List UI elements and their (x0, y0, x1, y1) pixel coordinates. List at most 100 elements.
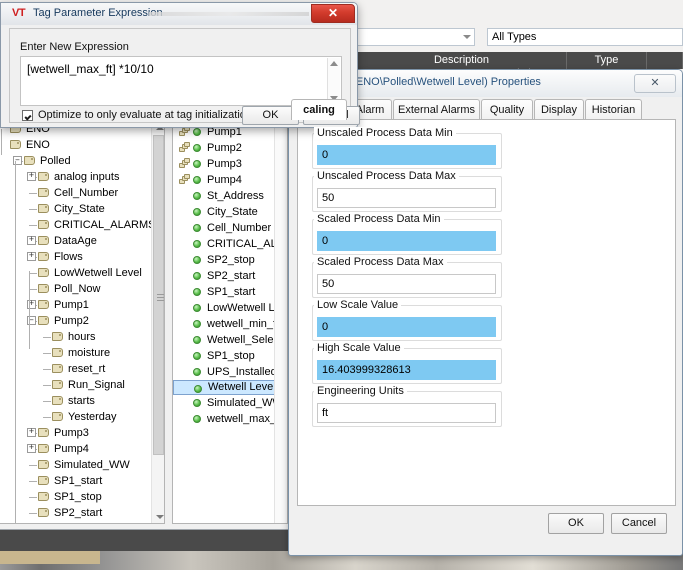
tree-item-hours[interactable]: hours (0, 329, 164, 345)
tab-label: Display (541, 104, 577, 116)
field-input-scaled-process-data-max[interactable] (317, 274, 496, 294)
tree-item-reset-rt[interactable]: reset_rt (0, 361, 164, 377)
tag-list-item-pump2[interactable]: Pump2 (173, 140, 287, 156)
tree-item-pump4[interactable]: +Pump4 (0, 441, 164, 457)
tree-expander[interactable]: + (27, 172, 36, 181)
column-header-description[interactable]: Description (357, 52, 567, 69)
tab-external-alarms[interactable]: External Alarms (393, 99, 480, 120)
tag-list-item-sp2-start[interactable]: SP2_start (173, 268, 287, 284)
tag-list-item-cell-number[interactable]: Cell_Number (173, 220, 287, 236)
checkbox-checked-icon[interactable] (22, 110, 33, 121)
tree-item-moisture[interactable]: moisture (0, 345, 164, 361)
tree-item-pump3[interactable]: +Pump3 (0, 425, 164, 441)
tree-item-label: ENO (26, 137, 50, 153)
tree-item-sp2-start[interactable]: SP2_start (0, 505, 164, 521)
tag-list-item-wetwell-level[interactable]: Wetwell Level (173, 380, 287, 395)
expression-input[interactable] (25, 60, 320, 104)
tag-status-icon (193, 160, 201, 168)
tag-properties-dialog: (PC\ENO\ENO\Polled\Wetwell Level) Proper… (288, 69, 683, 556)
expression-input-scrollbar[interactable] (327, 58, 340, 104)
scroll-down-icon[interactable] (152, 510, 165, 523)
tag-hierarchy-tree[interactable]: ENOENO–Polled+analog inputsCell_NumberCi… (0, 120, 165, 524)
tag-list-scrollbar[interactable] (274, 119, 287, 523)
tag-list-item-wetwell-selector[interactable]: Wetwell_Selector (173, 332, 287, 348)
field-input-low-scale-value[interactable] (317, 317, 496, 337)
tree-item-label: Simulated_WW (54, 457, 130, 473)
tag-list-item-label: Pump2 (207, 140, 242, 156)
tree-item-sp1-stop[interactable]: SP1_stop (0, 489, 164, 505)
tag-list-item-sp1-stop[interactable]: SP1_stop (173, 348, 287, 364)
tree-item-pump2[interactable]: –Pump2 (0, 313, 164, 329)
hierarchy-tree-scrollbar[interactable] (151, 121, 164, 523)
tree-item-label: starts (68, 393, 95, 409)
tree-expander[interactable]: + (27, 444, 36, 453)
tree-item-starts[interactable]: starts (0, 393, 164, 409)
field-input-high-scale-value[interactable] (317, 360, 496, 380)
tree-expander[interactable]: + (27, 428, 36, 437)
tree-connector (1, 129, 2, 155)
tag-folder-icon (24, 156, 36, 166)
tag-list-item-wetwell-min-ft[interactable]: wetwell_min_ft (173, 316, 287, 332)
field-input-unscaled-process-data-max[interactable] (317, 188, 496, 208)
tab-caling[interactable]: caling (291, 99, 347, 120)
scrollbar-thumb[interactable] (153, 135, 164, 455)
tag-list-item-ups-installed[interactable]: UPS_Installed (173, 364, 287, 380)
tag-list-item-sp1-start[interactable]: SP1_start (173, 284, 287, 300)
tree-item-sp1-start[interactable]: SP1_start (0, 473, 164, 489)
tab-historian[interactable]: Historian (585, 99, 642, 120)
expression-title-bar[interactable]: VT Tag Parameter Expression ✕ (1, 3, 357, 25)
expression-prompt-label: Enter New Expression (20, 41, 129, 53)
tree-item-analog-inputs[interactable]: +analog inputs (0, 169, 164, 185)
tree-item-yesterday[interactable]: Yesterday (0, 409, 164, 425)
tab-display[interactable]: Display (534, 99, 584, 120)
tree-item-simulated-ww[interactable]: Simulated_WW (0, 457, 164, 473)
tag-list-item-simulated-ww[interactable]: Simulated_WW (173, 395, 287, 411)
tree-item-run-signal[interactable]: Run_Signal (0, 377, 164, 393)
tree-item-critical-alarms[interactable]: CRITICAL_ALARMS (0, 217, 164, 233)
tree-item-flows[interactable]: + Flows (0, 249, 164, 265)
tab-quality[interactable]: Quality (481, 99, 533, 120)
chevron-down-icon (463, 35, 471, 39)
unnamed-filter-combo[interactable] (355, 28, 475, 46)
field-input-engineering-units[interactable] (317, 403, 496, 423)
properties-ok-button[interactable]: OK (548, 513, 604, 534)
tab-label: Quality (490, 104, 524, 116)
tag-list-item-sp2-stop[interactable]: SP2_stop (173, 252, 287, 268)
field-input-unscaled-process-data-min[interactable] (317, 145, 496, 165)
tree-item-label: Flows (54, 249, 83, 265)
tag-folder-icon (38, 220, 50, 230)
tree-item-city-state[interactable]: City_State (0, 201, 164, 217)
tree-item-label: hours (68, 329, 96, 345)
tag-list-item-label: St_Address (207, 188, 264, 204)
tag-list-item-st-address[interactable]: St_Address (173, 188, 287, 204)
tree-expander[interactable]: + (27, 236, 36, 245)
close-icon[interactable]: ✕ (311, 4, 355, 23)
tree-item-polled[interactable]: –Polled (0, 153, 164, 169)
tree-item-eno[interactable]: ENO (0, 137, 164, 153)
tree-item-label: Cell_Number (54, 185, 118, 201)
tag-list-item-pump4[interactable]: Pump4 (173, 172, 287, 188)
tree-expander[interactable]: + (27, 252, 36, 261)
tag-list-item-city-state[interactable]: City_State (173, 204, 287, 220)
tag-folder-icon (38, 316, 50, 326)
tree-item-poll-now[interactable]: Poll_Now (0, 281, 164, 297)
scroll-up-icon[interactable] (330, 61, 338, 66)
tag-list-item-wetwell-max-ft[interactable]: wetwell_max_ft (173, 411, 287, 427)
field-input-scaled-process-data-min[interactable] (317, 231, 496, 251)
tree-item-sp2-stop[interactable]: SP2_stop (0, 521, 164, 524)
column-header-extra[interactable] (647, 52, 683, 69)
tag-list-item-pump3[interactable]: Pump3 (173, 156, 287, 172)
column-header-type[interactable]: Type (567, 52, 647, 69)
close-icon[interactable]: ✕ (634, 74, 676, 93)
tree-item-cell-number[interactable]: Cell_Number (0, 185, 164, 201)
tag-list-item-lowwetwell-level[interactable]: LowWetwell Level (173, 300, 287, 316)
tree-item-lowwetwell-level[interactable]: LowWetwell Level (0, 265, 164, 281)
tree-item-pump1[interactable]: +Pump1 (0, 297, 164, 313)
tag-folder-icon (38, 236, 50, 246)
tag-list-item-critical-alarms[interactable]: CRITICAL_ALARMS (173, 236, 287, 252)
properties-cancel-button[interactable]: Cancel (611, 513, 667, 534)
tag-list-tree[interactable]: Pump1Pump2Pump3Pump4St_AddressCity_State… (172, 118, 288, 524)
tag-folder-icon (52, 332, 64, 342)
tree-item-dataage[interactable]: +DataAge (0, 233, 164, 249)
type-filter-combo[interactable]: All Types (487, 28, 683, 46)
